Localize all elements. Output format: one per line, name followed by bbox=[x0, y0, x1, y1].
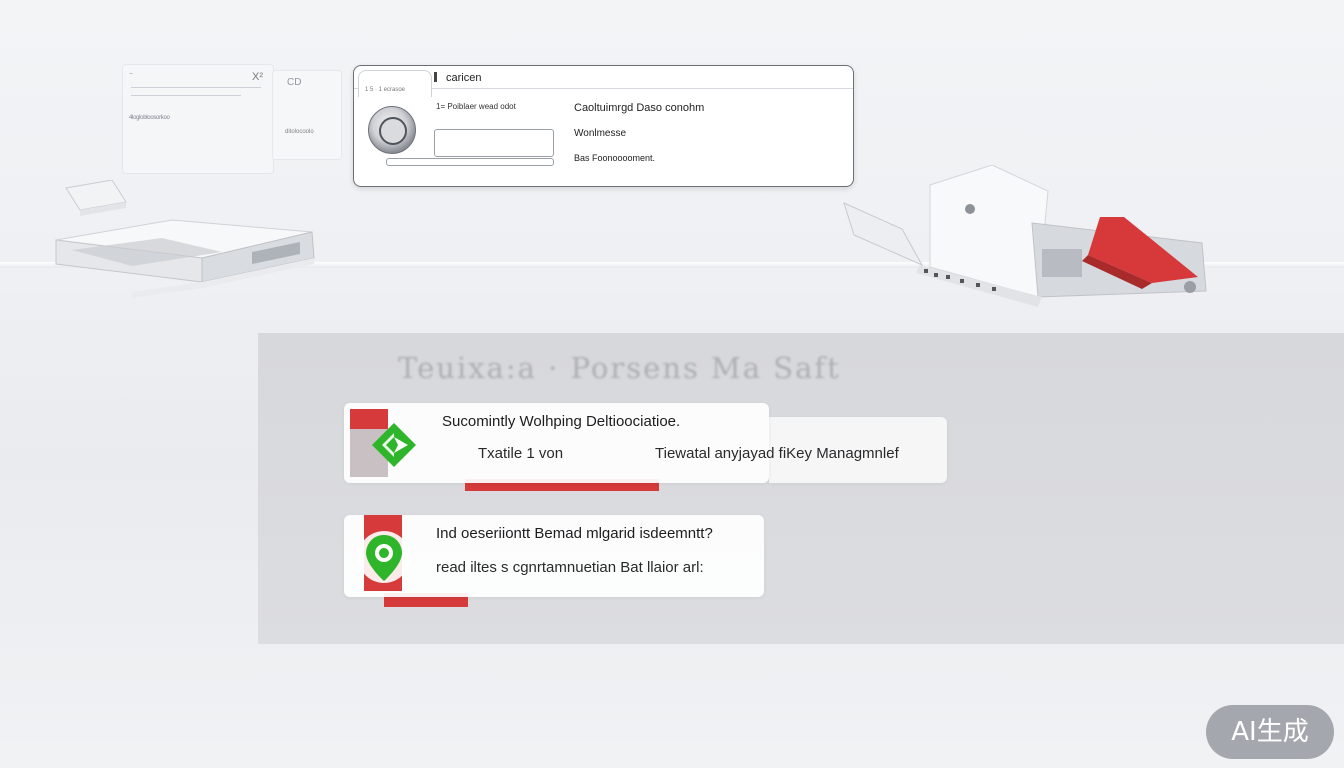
info-line-1: Caoltuimrgd Daso conohm bbox=[574, 102, 705, 114]
background-document: ~ X² 4loglobloosorkoo bbox=[122, 64, 274, 174]
card-left-text: read iltes s cgnrtamnuetian Bat llaior a… bbox=[436, 559, 704, 576]
content-panel: Teuixa:a · Porsens Ma Saft Sucomintly Wo… bbox=[258, 333, 1344, 644]
ai-generated-watermark: AI生成 bbox=[1206, 705, 1334, 759]
device-illustration-right bbox=[843, 165, 1207, 307]
device-illustration-left bbox=[55, 180, 315, 298]
list-item[interactable]: Sucomintly Wolhping Deltioociatioe. Txat… bbox=[344, 403, 769, 483]
card-right-text: Tiewatal anyjayad fiKey Managmnlef bbox=[655, 445, 899, 462]
info-line-2: Wonlmesse bbox=[574, 128, 627, 139]
location-pin-icon bbox=[358, 531, 410, 583]
card-title: Sucomintly Wolhping Deltioociatioe. bbox=[442, 413, 681, 430]
panel-heading: Teuixa:a · Porsens Ma Saft bbox=[398, 351, 841, 385]
background-document-side: CD ditolocoolo bbox=[272, 70, 342, 160]
profile-dialog[interactable]: caricen 1 5 · 1 ecrasoe 1= Poiblaer wead… bbox=[353, 65, 854, 187]
text-field[interactable] bbox=[434, 129, 554, 157]
document-title: ~ bbox=[129, 71, 134, 78]
field-label: 1= Poiblaer wead odot bbox=[436, 102, 516, 111]
document-rule bbox=[131, 87, 261, 88]
avatar[interactable] bbox=[368, 106, 416, 154]
title-bar-icon bbox=[434, 72, 437, 82]
document-rule bbox=[131, 95, 241, 96]
card-left-text: Txatile 1 von bbox=[478, 445, 564, 462]
info-line-3: Bas Foonooooment. bbox=[574, 153, 656, 163]
text-field-secondary[interactable] bbox=[386, 158, 554, 166]
side-caption: ditolocoolo bbox=[285, 129, 314, 135]
list-item[interactable]: Ind oeseriiontt Bemad mlgarid isdeemntt?… bbox=[344, 515, 764, 597]
document-caption: 4loglobloosorkoo bbox=[129, 115, 170, 121]
dialog-tab-label: 1 5 · 1 ecrasoe bbox=[365, 87, 406, 93]
cd-icon: CD bbox=[287, 77, 302, 88]
dialog-title: caricen bbox=[446, 72, 482, 84]
card-title: Ind oeseriiontt Bemad mlgarid isdeemntt? bbox=[436, 525, 713, 542]
dialog-tab[interactable]: 1 5 · 1 ecrasoe bbox=[358, 70, 432, 97]
refresh-arrow-icon bbox=[372, 423, 416, 467]
avatar-ring-icon bbox=[379, 117, 407, 145]
close-icon: X² bbox=[252, 71, 263, 83]
